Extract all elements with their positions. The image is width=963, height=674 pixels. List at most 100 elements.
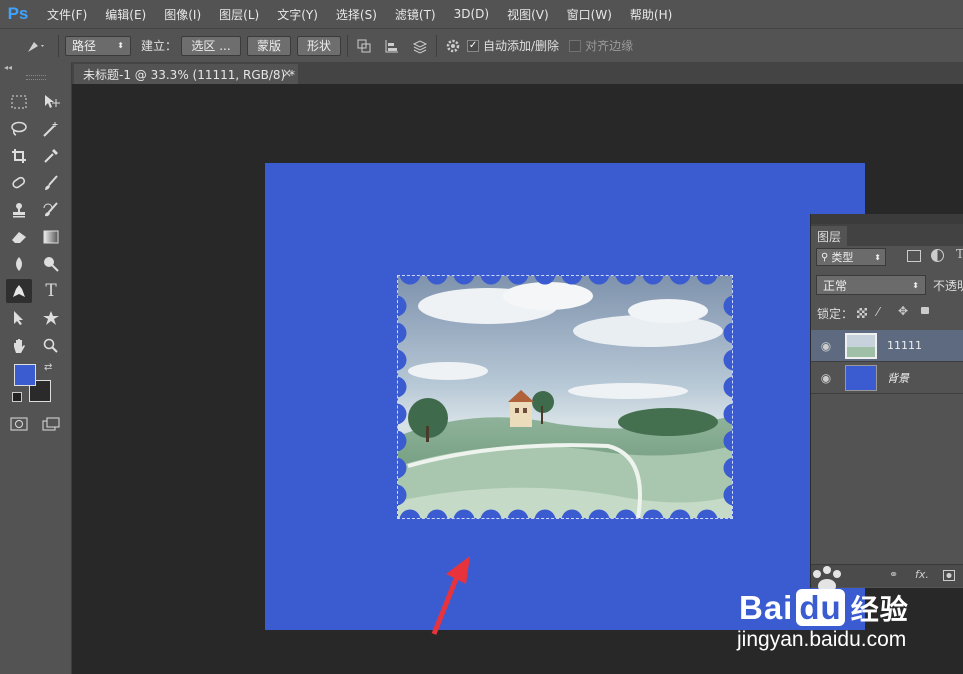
- baidu-watermark: Bai du 经验 jingyan.baidu.com: [737, 560, 963, 674]
- healing-brush-tool-icon[interactable]: [6, 171, 32, 195]
- path-operations-icon[interactable]: [354, 36, 374, 56]
- pen-tool-preset-icon[interactable]: [20, 36, 52, 56]
- default-colors-icon[interactable]: [12, 392, 22, 402]
- history-brush-tool-icon[interactable]: [38, 198, 64, 222]
- lock-transparent-icon[interactable]: [857, 308, 867, 318]
- make-selection-button[interactable]: 选区 ...: [181, 35, 242, 56]
- path-mode-select[interactable]: 路径 ⬍: [65, 35, 131, 56]
- menu-select[interactable]: 选择(S): [327, 6, 386, 23]
- menu-help[interactable]: 帮助(H): [621, 6, 681, 23]
- tools-panel: ◂◂ T ⇄: [0, 62, 72, 674]
- filter-adjustment-icon[interactable]: [931, 249, 944, 262]
- layer-name[interactable]: 背景: [887, 370, 909, 386]
- layer-thumbnail: [845, 364, 877, 391]
- brush-tool-icon[interactable]: [38, 171, 64, 195]
- eye-icon[interactable]: ◉: [811, 371, 841, 385]
- menu-view[interactable]: 视图(V): [498, 6, 558, 23]
- perforation-dot: [561, 509, 583, 518]
- type-tool-icon[interactable]: T: [38, 279, 64, 303]
- filter-type-icon[interactable]: T: [956, 247, 963, 261]
- path-alignment-icon[interactable]: [382, 36, 402, 56]
- perforation-dot: [534, 509, 556, 518]
- path-arrangement-icon[interactable]: [410, 36, 430, 56]
- screen-mode-icon[interactable]: [38, 412, 64, 436]
- hand-tool-icon[interactable]: [6, 334, 32, 358]
- perforation-dot: [480, 509, 502, 518]
- perforation-dot: [480, 276, 502, 285]
- crop-tool-icon[interactable]: [6, 144, 32, 168]
- menu-type[interactable]: 文字(Y): [268, 6, 327, 23]
- brand-bai: Bai: [739, 589, 794, 626]
- lasso-tool-icon[interactable]: [6, 117, 32, 141]
- perforation-dot: [399, 509, 421, 518]
- perforation-dot: [723, 376, 732, 398]
- eye-icon[interactable]: ◉: [811, 339, 841, 353]
- tab-layers[interactable]: 图层: [811, 226, 847, 246]
- layer-filter-select[interactable]: ⚲ 类型 ⬍: [816, 248, 886, 266]
- zoom-tool-icon[interactable]: [38, 334, 64, 358]
- perforation-dot: [642, 509, 664, 518]
- gear-icon[interactable]: [443, 36, 463, 56]
- perforation-dot: [723, 295, 732, 317]
- stamp-perforation-edge: [398, 276, 732, 518]
- menu-filter[interactable]: 滤镜(T): [386, 6, 445, 23]
- auto-add-delete-checkbox[interactable]: ✓: [467, 39, 480, 52]
- pen-tool-icon[interactable]: [6, 279, 32, 303]
- watermark-brand: Bai du 经验: [739, 588, 909, 628]
- tools-grip: [26, 75, 46, 80]
- auto-add-delete-label: 自动添加/删除: [483, 39, 560, 53]
- align-edges-label: 对齐边缘: [585, 39, 634, 53]
- perforation-dot: [398, 484, 407, 506]
- swap-colors-icon[interactable]: ⇄: [44, 362, 52, 373]
- updown-arrow-icon: ⬍: [874, 252, 881, 262]
- blur-tool-icon[interactable]: [6, 252, 32, 276]
- magic-wand-tool-icon[interactable]: [38, 117, 64, 141]
- perforation-dot: [723, 430, 732, 452]
- custom-shape-tool-icon[interactable]: [38, 306, 64, 330]
- brand-du: du: [796, 589, 845, 626]
- eyedropper-tool-icon[interactable]: [38, 144, 64, 168]
- path-selection-tool-icon[interactable]: [6, 306, 32, 330]
- perforation-dot: [398, 322, 407, 344]
- updown-arrow-icon: ⬍: [912, 280, 919, 290]
- quick-mask-icon[interactable]: [6, 412, 32, 436]
- foreground-color-swatch[interactable]: [14, 364, 36, 386]
- menu-bar: Ps 文件(F) 编辑(E) 图像(I) 图层(L) 文字(Y) 选择(S) 滤…: [0, 0, 963, 28]
- menu-edit[interactable]: 编辑(E): [96, 6, 155, 23]
- path-mode-value: 路径: [72, 39, 97, 53]
- marquee-tool-icon[interactable]: [6, 90, 32, 114]
- eraser-tool-icon[interactable]: [6, 225, 32, 249]
- gradient-tool-icon[interactable]: [38, 225, 64, 249]
- align-edges-checkbox[interactable]: [569, 39, 582, 52]
- separator: [436, 34, 438, 57]
- menu-file[interactable]: 文件(F): [38, 6, 96, 23]
- perforation-dot: [669, 276, 691, 285]
- move-tool-icon[interactable]: [38, 90, 64, 114]
- lock-position-icon[interactable]: ✥: [898, 304, 908, 318]
- menu-image[interactable]: 图像(I): [155, 6, 210, 23]
- make-mask-button[interactable]: 蒙版: [247, 35, 292, 56]
- lock-brush-icon[interactable]: ⁄: [877, 305, 879, 319]
- clone-stamp-tool-icon[interactable]: [6, 198, 32, 222]
- lock-all-icon[interactable]: [921, 307, 929, 314]
- stamp-image-layer[interactable]: [397, 275, 733, 519]
- layer-row[interactable]: ◉ 11111: [811, 330, 963, 362]
- blend-mode-select[interactable]: 正常 ⬍: [816, 275, 926, 295]
- perforation-dot: [642, 276, 664, 285]
- perforation-dot: [507, 509, 529, 518]
- menu-window[interactable]: 窗口(W): [558, 6, 621, 23]
- layer-row[interactable]: ◉ 背景: [811, 362, 963, 394]
- layer-thumbnail: [845, 332, 877, 359]
- red-arrow-annotation: [431, 556, 470, 635]
- tools-collapse-icon[interactable]: ◂◂: [4, 63, 12, 72]
- menu-3d[interactable]: 3D(D): [445, 7, 498, 21]
- layer-name[interactable]: 11111: [887, 339, 922, 352]
- document-tab[interactable]: 未标题-1 @ 33.3% (11111, RGB/8) * ×: [74, 64, 298, 84]
- close-icon[interactable]: ×: [282, 66, 292, 80]
- dodge-tool-icon[interactable]: [38, 252, 64, 276]
- menu-layer[interactable]: 图层(L): [210, 6, 268, 23]
- make-shape-button[interactable]: 形状: [297, 35, 342, 56]
- brand-suffix: 经验: [850, 594, 909, 625]
- filter-image-icon[interactable]: [907, 250, 921, 262]
- separator: [58, 34, 59, 57]
